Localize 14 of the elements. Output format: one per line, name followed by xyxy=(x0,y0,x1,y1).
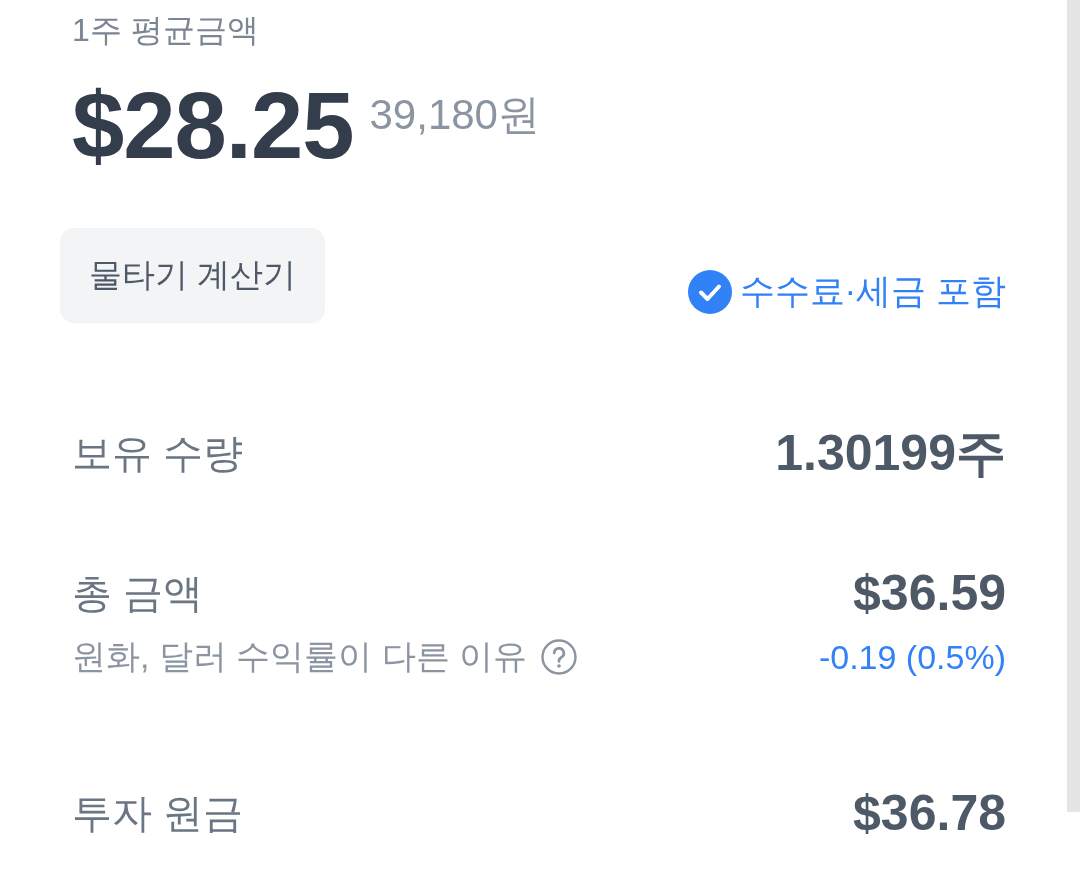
return-difference-note[interactable]: 원화, 달러 수익률이 다른 이유 xyxy=(72,634,528,680)
change-amount: -0.19 (0.5%) xyxy=(818,637,1006,677)
average-price-label: 1주 평균금액 xyxy=(72,11,260,50)
calculator-button[interactable]: 물타기 계산기 xyxy=(60,228,326,323)
row-label: 보유 수량 xyxy=(72,429,244,477)
fee-toggle[interactable]: 수수료·세금 포함 xyxy=(687,268,1006,315)
average-price-krw: 39,180원 xyxy=(369,90,540,140)
row-value: 1.30199주 xyxy=(775,423,1006,483)
row-value: $36.78 xyxy=(853,784,1006,842)
row-label: 투자 원금 xyxy=(72,789,244,837)
row-value: $36.59 xyxy=(853,564,1006,622)
row-label: 총 금액 xyxy=(72,569,204,617)
help-icon[interactable] xyxy=(541,639,578,675)
average-price-usd: $28.25 xyxy=(72,76,354,176)
